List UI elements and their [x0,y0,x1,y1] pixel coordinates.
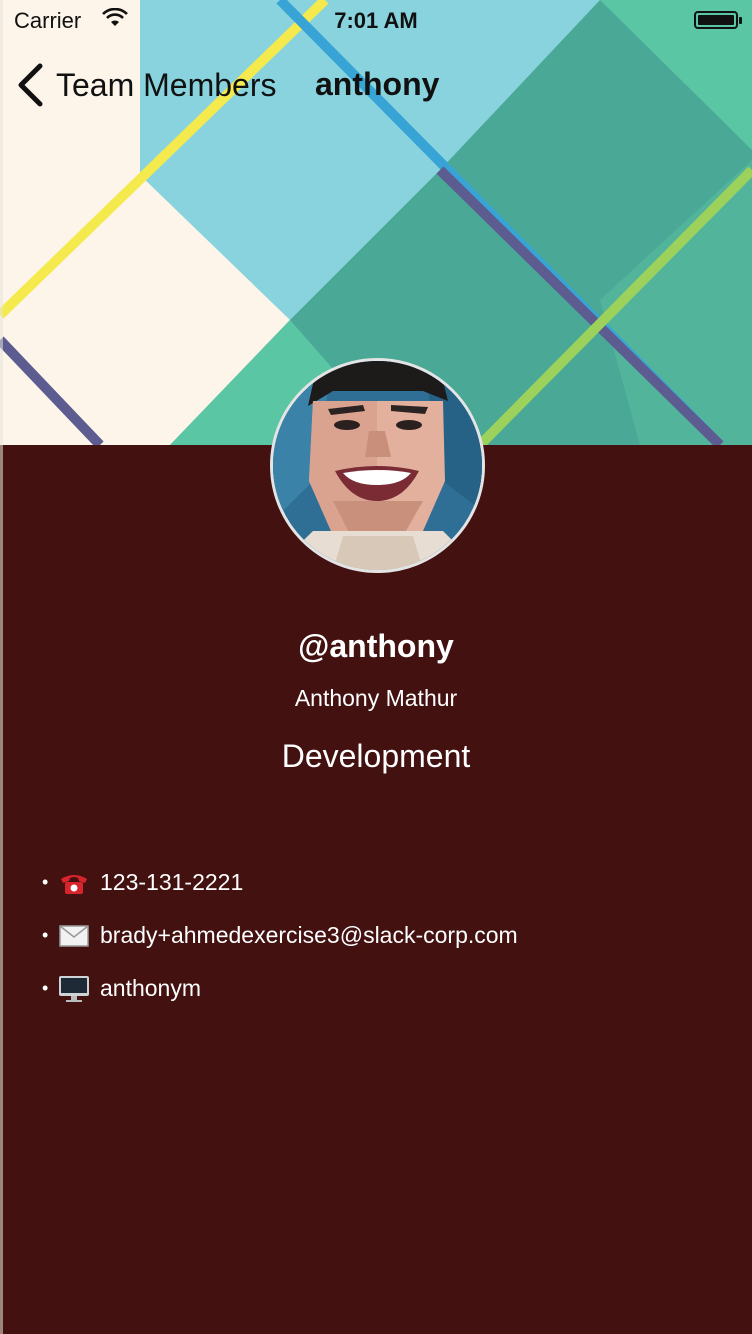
profile-username: @anthony [298,628,454,664]
profile-department: Development [281,738,471,774]
nav-title: anthony [315,66,440,102]
bullet: • [42,925,49,945]
back-button-label: Team Members [56,66,277,103]
status-bar: Carrier 7:01 AM [0,0,752,40]
contact-item-phone[interactable]: • 123-131-2221 [42,856,518,909]
profile-full-name: Anthony Mathur [294,685,458,711]
avatar [270,358,485,573]
contact-item-email[interactable]: • brady+ahmedexercise3@slack-corp.com [42,909,518,962]
avatar-portrait [273,361,482,570]
navigation-bar: Team Members anthony [0,58,752,112]
contact-item-username[interactable]: • anthonym [42,962,518,1015]
bullet: • [42,978,49,998]
computer-icon [58,975,90,1002]
battery-icon [694,11,742,29]
back-button[interactable]: Team Members [16,62,277,108]
bullet: • [42,872,49,892]
status-time: 7:01 AM [334,8,418,33]
telephone-icon [58,870,90,896]
contact-username-value: anthonym [100,975,202,1001]
envelope-icon [58,923,90,949]
left-edge-strip [0,0,3,1334]
contact-list: • 123-131-2221 • brady+ahmedexercise3@sl… [42,856,518,1015]
contact-phone-value: 123-131-2221 [100,869,244,895]
contact-email-value: brady+ahmedexercise3@slack-corp.com [100,922,518,948]
chevron-left-icon [18,63,43,107]
